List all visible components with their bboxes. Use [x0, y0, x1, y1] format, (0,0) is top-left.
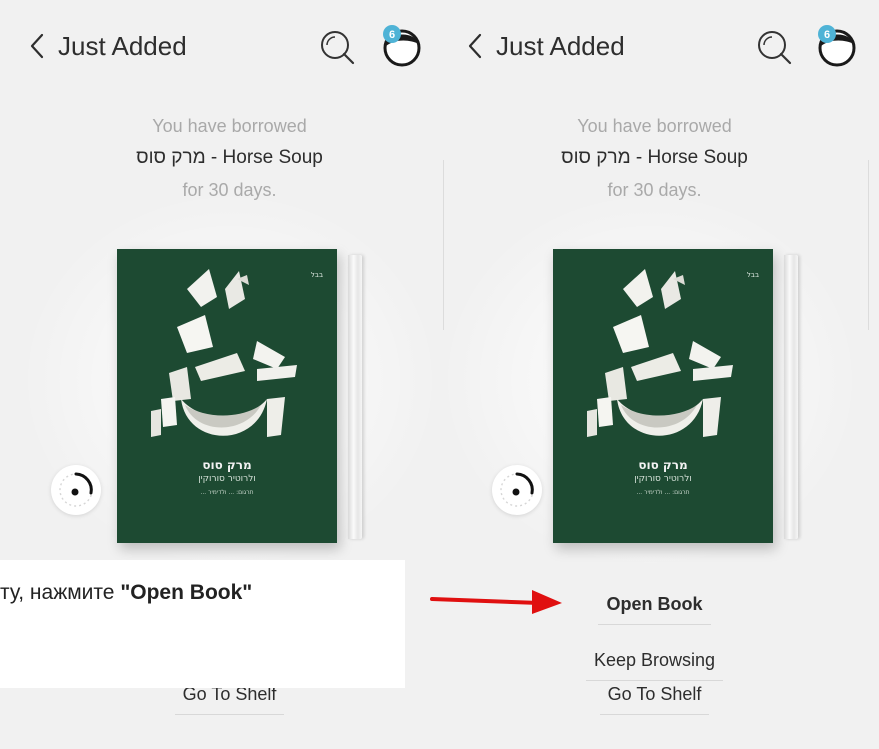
page-title: Just Added — [496, 30, 625, 61]
cover-author: תרגום: ... ולדימיר ... — [636, 489, 690, 496]
book-cover-art: בבל מרק סוס ולרוטיר סורוקין תרגום: ... ו… — [553, 249, 773, 543]
publisher-logo: בבל — [310, 271, 323, 279]
instruction-caption: ту, нажмите "Open Book" — [0, 560, 405, 688]
go-to-shelf-label: Go To Shelf — [599, 684, 710, 715]
user-avatar-icon[interactable]: 6 — [813, 22, 859, 68]
back-button[interactable]: Just Added — [468, 26, 625, 66]
cover-title: מרק סוס — [638, 458, 688, 472]
cover-illustration — [587, 269, 733, 437]
instruction-text: ту, нажмите "Open Book" — [0, 581, 252, 605]
publisher-logo: בבל — [746, 271, 759, 279]
book-cover-art: בבל מרק סוס ולרוטיר סורוקין תרגום: ... ו… — [117, 249, 337, 543]
loading-spinner — [492, 465, 542, 515]
right-panel: Just Added 6 You have borrowed מרק סוס -… — [440, 0, 879, 749]
borrowed-label: You have borrowed — [577, 116, 732, 136]
user-avatar-icon[interactable]: 6 — [378, 22, 424, 68]
loading-spinner-icon — [59, 472, 93, 507]
avatar-badge: 6 — [389, 29, 395, 41]
book-pages — [784, 255, 798, 539]
cover-title: מרק סוס — [202, 458, 252, 472]
keep-browsing-button[interactable]: Keep Browsing — [440, 650, 874, 681]
book-title-text: מרק סוס - Horse Soup — [136, 147, 323, 168]
cover-illustration — [151, 269, 297, 437]
header: Just Added 6 — [0, 0, 435, 100]
cover-subtitle: ולרוטיר סורוקין — [198, 474, 256, 484]
chevron-left-icon — [30, 33, 44, 59]
cover-author: תרגום: ... ולדימיר ... — [200, 489, 254, 496]
loading-spinner-icon — [500, 472, 534, 507]
go-to-shelf-label: Go To Shelf — [174, 684, 285, 715]
search-icon[interactable] — [755, 28, 793, 66]
red-arrow-icon — [430, 590, 562, 614]
borrowed-label: You have borrowed — [152, 116, 307, 136]
book-pages — [348, 255, 362, 539]
header: Just Added 6 — [440, 0, 879, 100]
loading-spinner — [51, 465, 101, 515]
search-icon[interactable] — [318, 28, 356, 66]
go-to-shelf-button[interactable]: Go To Shelf — [12, 684, 435, 715]
page-title: Just Added — [58, 30, 187, 61]
instruction-highlight: "Open Book" — [120, 581, 253, 604]
keep-browsing-label: Keep Browsing — [585, 650, 724, 681]
cover-subtitle: ולרוטיר סורוקין — [634, 474, 692, 484]
open-book-label: Open Book — [598, 594, 711, 625]
go-to-shelf-button[interactable]: Go To Shelf — [440, 684, 874, 715]
instruction-prefix: ту, нажмите — [0, 581, 121, 604]
back-button[interactable]: Just Added — [30, 26, 187, 66]
chevron-left-icon — [468, 33, 482, 59]
book-cover[interactable]: בבל מרק סוס ולרוטיר סורוקין תרגום: ... ו… — [553, 249, 798, 543]
book-title-text: מרק סוס - Horse Soup — [561, 147, 748, 168]
avatar-badge: 6 — [824, 29, 830, 41]
book-cover[interactable]: בבל מרק סוס ולרוטיר סורוקין תרגום: ... ו… — [117, 249, 362, 543]
